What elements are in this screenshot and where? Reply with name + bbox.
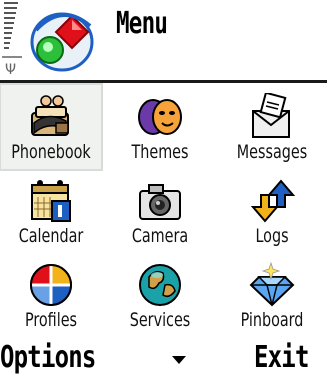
menu-app-icon	[30, 12, 94, 72]
camera-icon	[139, 184, 181, 220]
menu-item-label: Themes	[131, 141, 189, 163]
menu-item-camera[interactable]: Camera	[110, 169, 210, 253]
logs-icon	[250, 179, 296, 223]
menu-item-pinboard[interactable]: Pinboard	[222, 253, 322, 337]
signal-glyph: Ψ	[5, 62, 16, 78]
menu-item-phonebook[interactable]: Phonebook	[0, 83, 103, 171]
menu-item-messages[interactable]: Messages	[222, 85, 322, 169]
signal-strength-icon: Ψ	[2, 2, 22, 78]
profiles-icon	[30, 264, 72, 306]
menu-item-themes[interactable]: Themes	[110, 85, 210, 169]
menu-item-profiles[interactable]: Profiles	[1, 253, 101, 337]
calendar-icon	[31, 180, 71, 222]
menu-item-label: Calendar	[18, 225, 84, 247]
services-icon	[139, 264, 181, 306]
menu-item-calendar[interactable]: Calendar	[1, 169, 101, 253]
menu-item-label: Pinboard	[240, 309, 304, 331]
menu-item-services[interactable]: Services	[110, 253, 210, 337]
menu-grid: Phonebook Themes Messages Calendar Camer…	[0, 83, 327, 340]
softkey-bar: Options Exit	[0, 338, 327, 375]
menu-item-label: Profiles	[24, 309, 78, 331]
menu-item-label: Camera	[131, 225, 189, 247]
menu-item-logs[interactable]: Logs	[222, 169, 322, 253]
status-header: Ψ Menu	[0, 0, 327, 80]
themes-icon	[138, 99, 182, 135]
exit-softkey[interactable]: Exit	[254, 340, 309, 375]
messages-icon	[252, 93, 290, 138]
menu-item-label: Messages	[236, 141, 308, 163]
pinboard-icon	[249, 261, 295, 307]
menu-item-label: Services	[129, 309, 191, 331]
menu-item-label: Phonebook	[11, 141, 91, 163]
menu-item-label: Logs	[255, 225, 289, 247]
options-softkey[interactable]: Options	[0, 340, 96, 375]
header-divider	[0, 80, 327, 83]
phonebook-icon	[31, 95, 69, 136]
page-title: Menu	[116, 6, 168, 41]
arrow-down-icon[interactable]	[172, 356, 186, 364]
